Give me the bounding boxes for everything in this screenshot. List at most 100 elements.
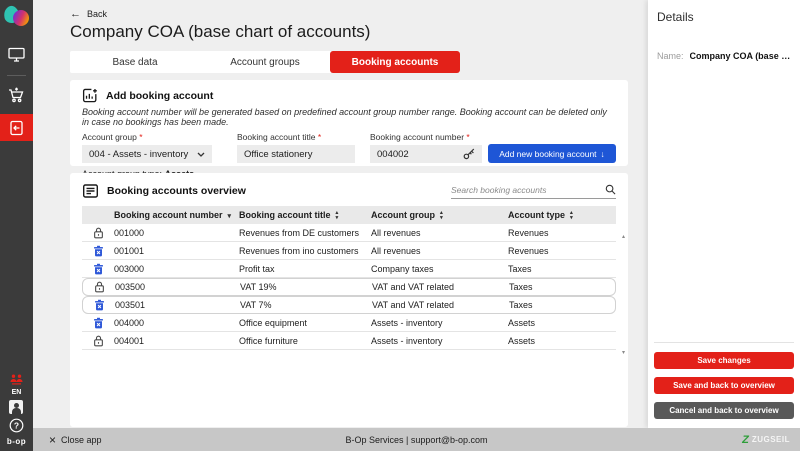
- add-chart-icon: [82, 88, 98, 103]
- cell-type: Assets: [506, 336, 616, 346]
- close-app-button[interactable]: × Close app: [49, 435, 102, 445]
- add-new-booking-account-button[interactable]: Add new booking account ↓: [488, 144, 616, 163]
- add-section-description: Booking account number will be generated…: [82, 107, 616, 127]
- details-title: Details: [657, 10, 791, 24]
- cell-title: Revenues from DE customers: [237, 228, 369, 238]
- cell-group: Assets - inventory: [369, 336, 506, 346]
- sidebar-item-booking-accounts-active[interactable]: [0, 114, 33, 141]
- cell-type: Taxes: [506, 264, 616, 274]
- table-row[interactable]: 004000Office equipmentAssets - inventory…: [82, 314, 616, 332]
- sort-desc-icon: ▾: [228, 213, 232, 220]
- table-row[interactable]: 003500VAT 19%VAT and VAT relatedTaxes: [82, 278, 616, 296]
- col-account-type[interactable]: Account type▴▾: [506, 210, 616, 220]
- sidebar-item-cart[interactable]: [0, 83, 33, 107]
- page-title: Company COA (base chart of accounts): [70, 22, 648, 42]
- cell-type: Taxes: [507, 300, 615, 310]
- zugseil-brand: Z ZUGSEIL: [742, 434, 790, 446]
- delete-icon[interactable]: [82, 317, 112, 329]
- add-section-title: Add booking account: [106, 90, 213, 102]
- cell-group: VAT and VAT related: [370, 300, 507, 310]
- main-content: ← Back Company COA (base chart of accoun…: [33, 0, 648, 428]
- name-value: Company COA (base chart of accounts): [690, 51, 791, 61]
- cell-type: Assets: [506, 318, 616, 328]
- cell-title: Office furniture: [237, 336, 369, 346]
- col-booking-account-title[interactable]: Booking account title▴▾: [237, 210, 369, 220]
- app-logo: [4, 6, 30, 30]
- help-icon[interactable]: ?: [9, 418, 24, 433]
- table-row[interactable]: 004001Office furnitureAssets - inventory…: [82, 332, 616, 350]
- table-header-row: Booking account number▾ Booking account …: [82, 206, 616, 224]
- booking-account-number-label: Booking account number *: [370, 132, 482, 142]
- zugseil-z-icon: Z: [742, 434, 749, 446]
- booking-accounts-overview-card: Booking accounts overview Booking accoun…: [70, 173, 628, 427]
- tab-booking-accounts[interactable]: Booking accounts: [330, 51, 460, 73]
- sort-icon: ▴▾: [570, 211, 573, 220]
- booking-account-title-label: Booking account title *: [237, 132, 355, 142]
- booking-account-title-input[interactable]: [237, 145, 355, 163]
- clipboard-import-icon: [9, 120, 24, 136]
- name-label: Name:: [657, 51, 684, 61]
- language-switch[interactable]: EN: [12, 389, 22, 396]
- table-row[interactable]: 001001Revenues from ino customersAll rev…: [82, 242, 616, 260]
- delete-icon[interactable]: [82, 263, 112, 275]
- cell-group: All revenues: [369, 228, 506, 238]
- cell-group: All revenues: [369, 246, 506, 256]
- table-row[interactable]: 001000Revenues from DE customersAll reve…: [82, 224, 616, 242]
- overview-section-title: Booking accounts overview: [107, 185, 246, 197]
- delete-icon[interactable]: [83, 299, 113, 311]
- col-account-group[interactable]: Account group▴▾: [369, 210, 506, 220]
- table-row[interactable]: 003501VAT 7%VAT and VAT relatedTaxes: [82, 296, 616, 314]
- user-avatar[interactable]: [9, 400, 23, 414]
- community-icon[interactable]: [9, 374, 24, 385]
- sidebar-divider: [7, 75, 26, 76]
- close-icon: ×: [49, 435, 56, 445]
- back-button[interactable]: ← Back: [70, 9, 648, 19]
- search-icon[interactable]: [605, 184, 616, 195]
- tab-bar: Base data Account groups Booking account…: [70, 51, 460, 73]
- delete-icon[interactable]: [82, 245, 112, 257]
- back-label: Back: [87, 9, 107, 19]
- add-button-label: Add new booking account: [499, 149, 596, 159]
- details-panel: Details Name: Company COA (base chart of…: [648, 0, 800, 428]
- svg-text:?: ?: [14, 421, 19, 431]
- search-booking-accounts[interactable]: [451, 181, 616, 199]
- col-booking-account-number[interactable]: Booking account number▾: [112, 210, 237, 220]
- bop-logo: b-op: [7, 437, 26, 446]
- support-text: B-Op Services | support@b-op.com: [33, 435, 800, 445]
- cell-number: 001000: [112, 228, 237, 238]
- cell-number: 004001: [112, 336, 237, 346]
- cart-plus-icon: [8, 87, 25, 103]
- cancel-and-back-button[interactable]: Cancel and back to overview: [654, 402, 794, 419]
- scrollbar-down-arrow[interactable]: ▾: [622, 349, 625, 356]
- save-changes-button[interactable]: Save changes: [654, 352, 794, 369]
- footer-bar: × Close app B-Op Services | support@b-op…: [33, 428, 800, 451]
- cell-group: Company taxes: [369, 264, 506, 274]
- arrow-down-icon: ↓: [601, 149, 605, 159]
- sidebar-item-desktop[interactable]: [0, 42, 33, 66]
- search-input[interactable]: [451, 185, 605, 195]
- cell-type: Revenues: [506, 228, 616, 238]
- table-row[interactable]: 003000Profit taxCompany taxesTaxes: [82, 260, 616, 278]
- save-and-back-button[interactable]: Save and back to overview: [654, 377, 794, 394]
- tab-base-data[interactable]: Base data: [70, 51, 200, 73]
- lock-icon: [82, 335, 112, 347]
- tab-account-groups[interactable]: Account groups: [200, 51, 330, 73]
- lock-icon: [83, 281, 113, 293]
- account-group-label: Account group *: [82, 132, 212, 142]
- cell-title: Profit tax: [237, 264, 369, 274]
- overview-list-icon: [82, 183, 99, 199]
- cell-title: Revenues from ino customers: [237, 246, 369, 256]
- cell-type: Taxes: [507, 282, 615, 292]
- logo-gradient-circle: [13, 10, 29, 26]
- key-icon[interactable]: [463, 148, 476, 160]
- cell-number: 003500: [113, 282, 238, 292]
- cell-number: 003000: [112, 264, 237, 274]
- cell-title: VAT 19%: [238, 282, 370, 292]
- cell-number: 004000: [112, 318, 237, 328]
- account-group-select[interactable]: 004 - Assets - inventory: [82, 145, 212, 163]
- scrollbar-up-arrow[interactable]: ▴: [622, 233, 625, 240]
- zugseil-name: ZUGSEIL: [752, 435, 790, 444]
- cell-group: VAT and VAT related: [370, 282, 507, 292]
- cell-type: Revenues: [506, 246, 616, 256]
- sort-icon: ▴▾: [440, 211, 443, 220]
